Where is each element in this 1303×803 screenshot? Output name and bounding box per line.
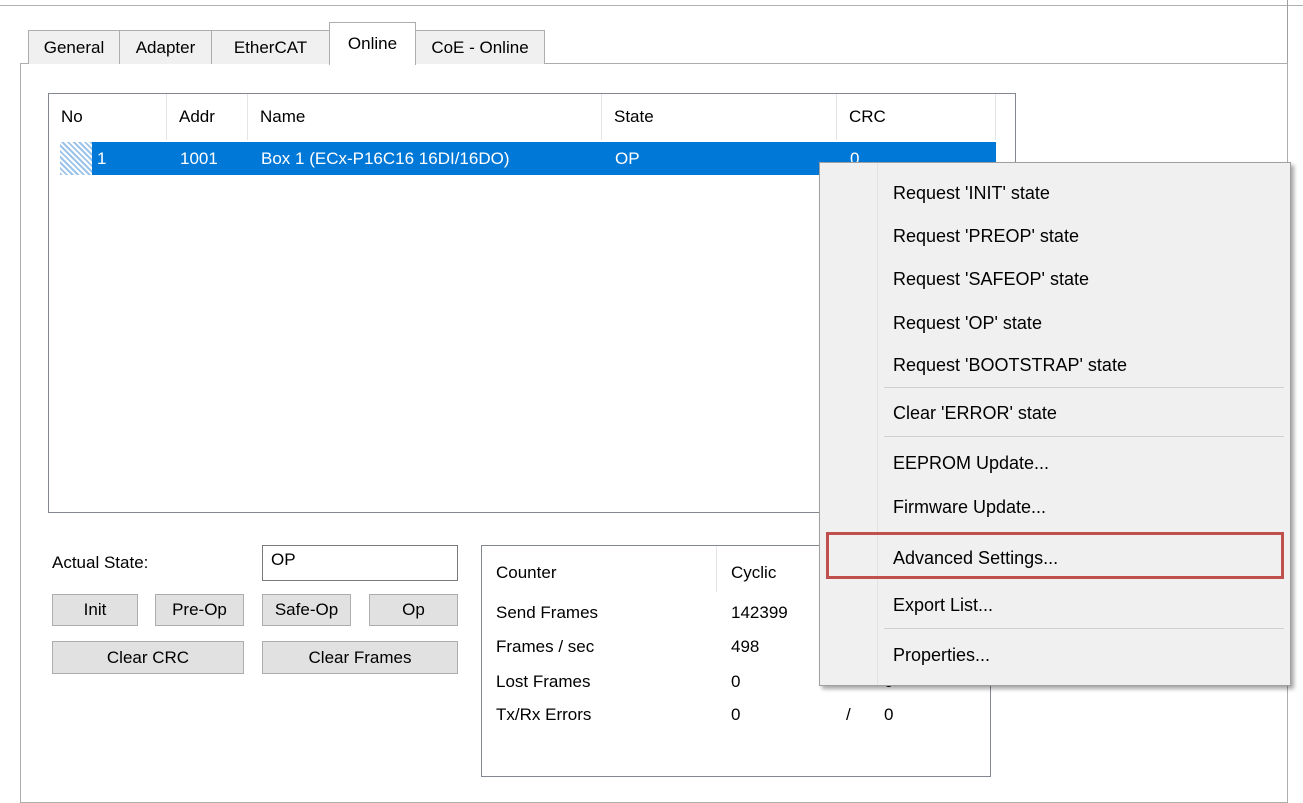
menu-item-request-bootstrap[interactable]: Request 'BOOTSTRAP' state [893, 342, 1127, 388]
row-focus-indicator [60, 142, 92, 175]
window-top-edge [0, 0, 1303, 6]
counter-value-send-frames: 142399 [731, 603, 788, 622]
menu-item-request-init[interactable]: Request 'INIT' state [893, 170, 1050, 216]
pre-op-button[interactable]: Pre-Op [155, 594, 244, 626]
menu-separator [884, 436, 1284, 437]
column-divider [716, 546, 717, 592]
counter-label-lost-frames: Lost Frames [496, 672, 591, 691]
menu-item-export-list[interactable]: Export List... [893, 582, 993, 628]
column-header-addr[interactable]: Addr [167, 94, 248, 140]
menu-item-clear-error[interactable]: Clear 'ERROR' state [893, 390, 1057, 436]
clear-frames-button[interactable]: Clear Frames [262, 641, 458, 674]
menu-item-request-op[interactable]: Request 'OP' state [893, 300, 1042, 346]
column-header-state[interactable]: State [602, 94, 837, 140]
init-button[interactable]: Init [52, 594, 138, 626]
menu-item-properties[interactable]: Properties... [893, 632, 990, 678]
counter-header-counter: Counter [496, 563, 557, 582]
menu-item-request-preop[interactable]: Request 'PREOP' state [893, 213, 1079, 259]
safe-op-button[interactable]: Safe-Op [262, 594, 351, 626]
counter-label-frames-per-sec: Frames / sec [496, 637, 595, 656]
counter-value-lost-frames: 0 [731, 672, 741, 691]
cell-addr: 1001 [180, 148, 218, 168]
column-header-name[interactable]: Name [248, 94, 602, 140]
clear-crc-button[interactable]: Clear CRC [52, 641, 244, 674]
menu-item-firmware-update[interactable]: Firmware Update... [893, 484, 1046, 530]
actual-state-field: OP [262, 545, 458, 581]
tab-online[interactable]: Online [329, 22, 416, 65]
highlight-annotation-box [826, 532, 1284, 579]
counter-label-txrx-errors: Tx/Rx Errors [496, 705, 592, 724]
column-header-no[interactable]: No [49, 94, 167, 140]
tab-coe-online[interactable]: CoE - Online [415, 30, 545, 64]
tab-adapter[interactable]: Adapter [119, 30, 212, 64]
counter-value-txrx-errors: 0 [731, 705, 741, 724]
menu-separator [884, 387, 1284, 388]
counter-label-send-frames: Send Frames [496, 603, 599, 622]
op-button[interactable]: Op [369, 594, 458, 626]
counter-sep-txrx-errors: / [846, 705, 851, 724]
cell-name: Box 1 (ECx-P16C16 16DI/16DO) [261, 148, 510, 168]
tab-ethercat[interactable]: EtherCAT [211, 30, 330, 64]
counter-header-cyclic: Cyclic [731, 563, 777, 582]
actual-state-label: Actual State: [52, 553, 149, 572]
menu-item-request-safeop[interactable]: Request 'SAFEOP' state [893, 256, 1089, 302]
cell-state: OP [615, 148, 640, 168]
tab-general[interactable]: General [28, 30, 120, 64]
cell-no: 1 [97, 148, 107, 168]
menu-item-eeprom-update[interactable]: EEPROM Update... [893, 440, 1049, 486]
counter-value-frames-per-sec: 498 [731, 637, 760, 656]
menu-separator [884, 628, 1284, 629]
counter-other-txrx-errors: 0 [884, 705, 894, 724]
menu-icon-gutter [820, 163, 878, 685]
column-header-crc[interactable]: CRC [837, 94, 996, 140]
